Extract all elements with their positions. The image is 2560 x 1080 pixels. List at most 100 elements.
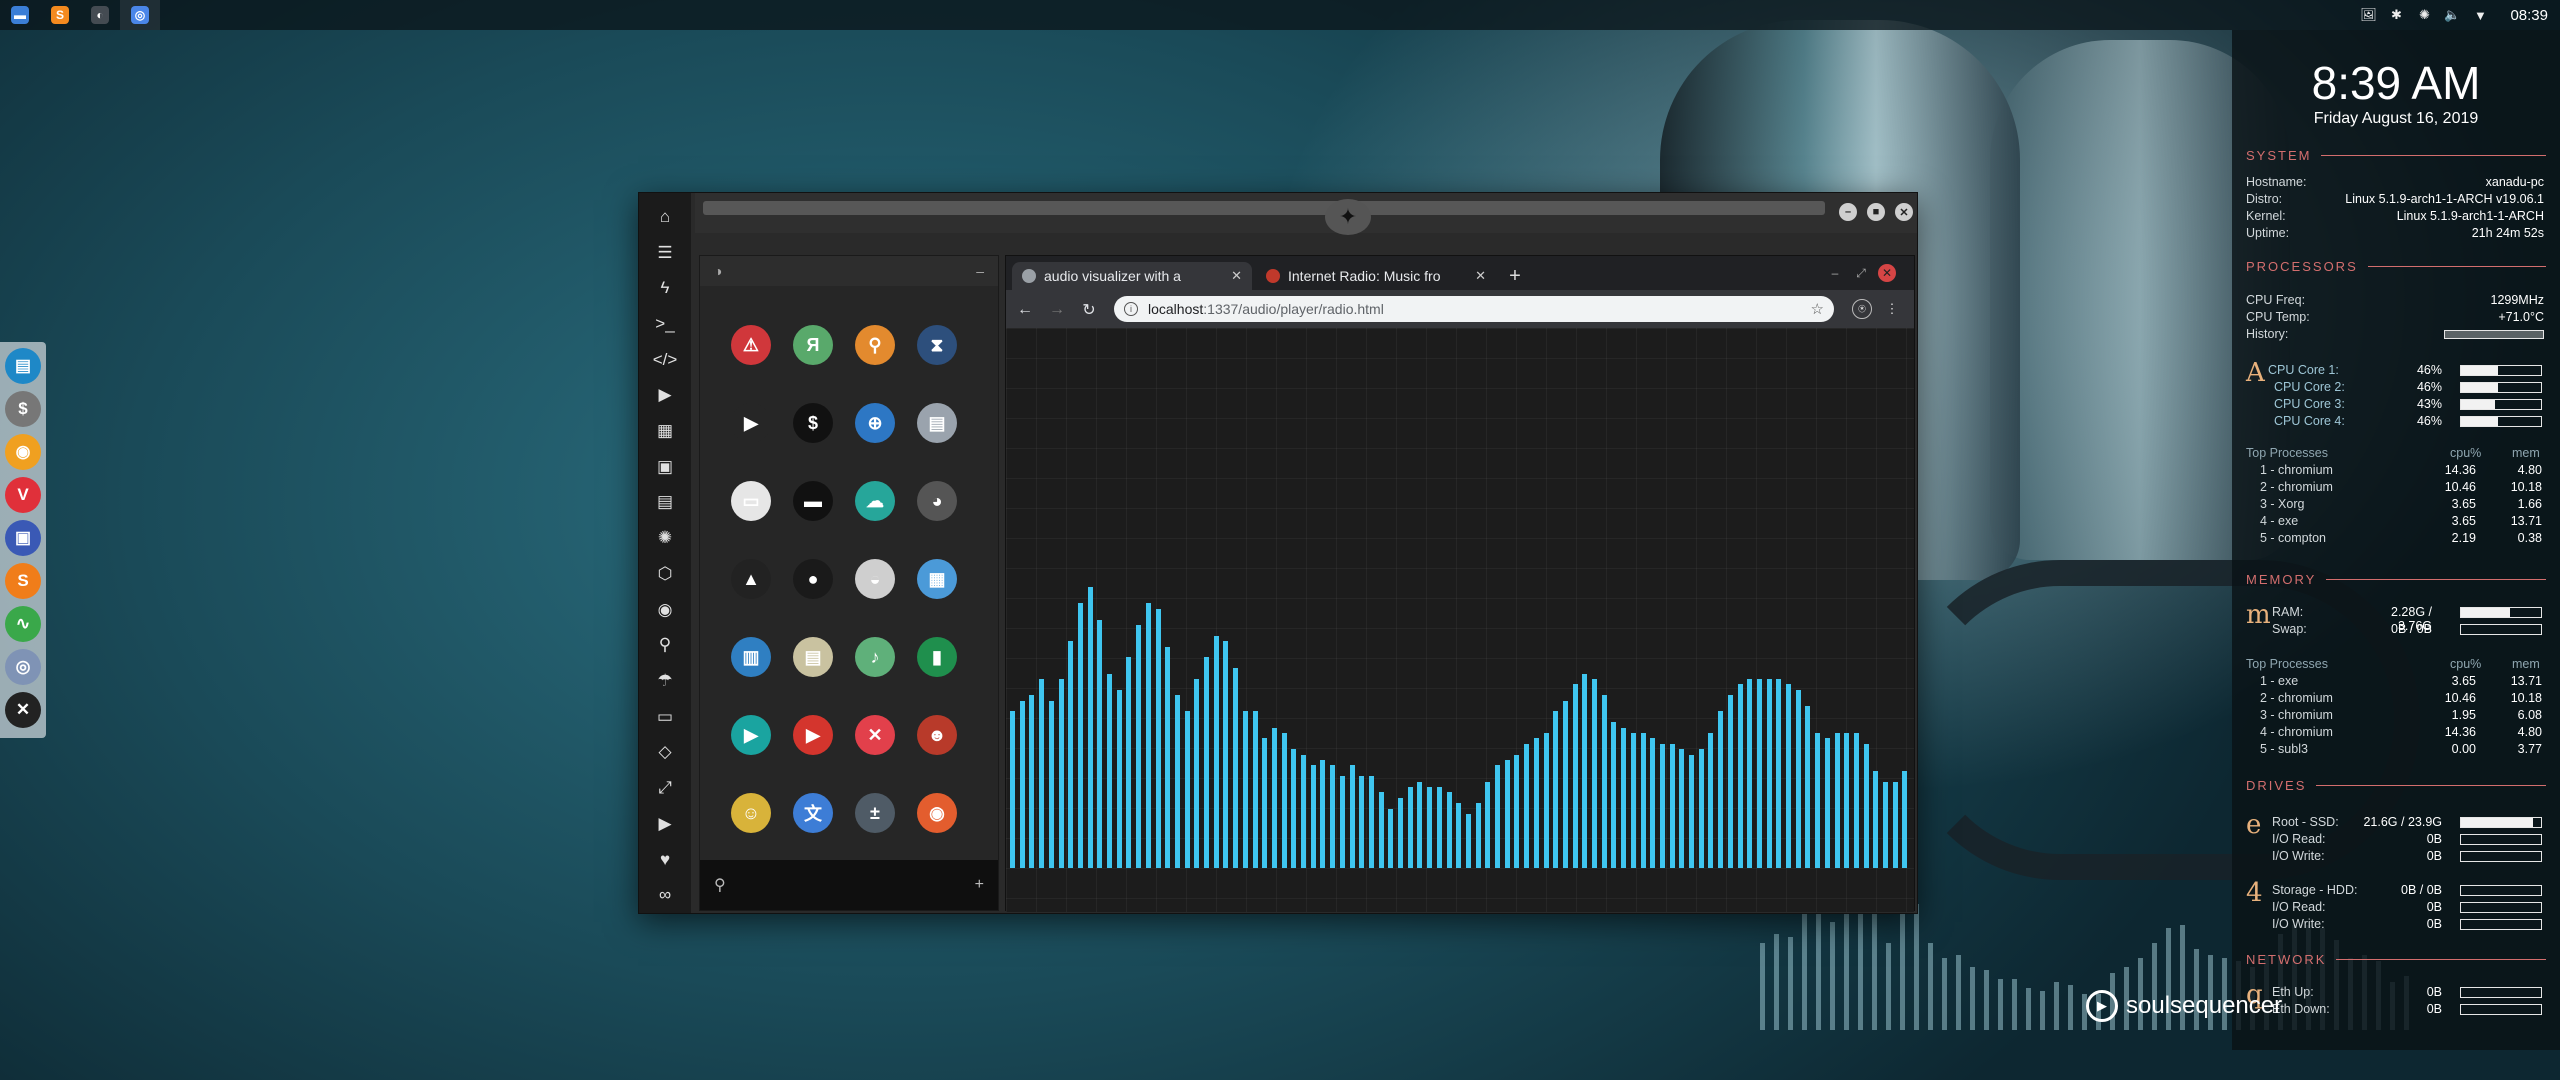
tab-close-icon[interactable]: ✕ bbox=[1231, 268, 1242, 284]
app-tile[interactable]: ▦ bbox=[906, 540, 968, 618]
app-tile[interactable]: ☻ bbox=[906, 696, 968, 774]
money-dock-icon[interactable]: $ bbox=[5, 391, 41, 427]
diamond-icon[interactable]: ◇ bbox=[645, 735, 685, 771]
app-tile[interactable]: ♪ bbox=[844, 618, 906, 696]
umbrella-icon[interactable]: ☂ bbox=[645, 663, 685, 699]
heart-icon[interactable]: ♥ bbox=[645, 842, 685, 878]
app-tile[interactable]: $ bbox=[782, 384, 844, 462]
chromium-dock-icon[interactable]: ◎ bbox=[5, 649, 41, 685]
app-tile[interactable]: ± bbox=[844, 774, 906, 852]
browser-close-button[interactable]: ✕ bbox=[1878, 264, 1896, 282]
bolt-icon[interactable]: ϟ bbox=[645, 270, 685, 306]
globe-icon[interactable]: ◉ bbox=[645, 592, 685, 628]
tab-close-icon[interactable]: ✕ bbox=[1475, 268, 1486, 284]
screenshot-icon[interactable]: 🖼 bbox=[2360, 7, 2377, 23]
hex-icon[interactable]: ⬡ bbox=[645, 556, 685, 592]
app-tile[interactable]: ▮ bbox=[906, 618, 968, 696]
document-icon[interactable]: ☰ bbox=[645, 235, 685, 271]
new-tab-button[interactable]: + bbox=[1502, 263, 1528, 289]
window-titlebar[interactable]: ✦ – ■ ✕ bbox=[695, 193, 1917, 235]
app-tile[interactable]: ☺ bbox=[720, 774, 782, 852]
add-app-button[interactable]: + bbox=[975, 876, 984, 894]
app-tile[interactable]: ⚠ bbox=[720, 306, 782, 384]
app-tile[interactable]: ▬ bbox=[782, 462, 844, 540]
panel-launcher[interactable]: S bbox=[40, 0, 80, 30]
bookmark-star-icon[interactable]: ☆ bbox=[1811, 300, 1824, 318]
app-tile[interactable]: ✕ bbox=[844, 696, 906, 774]
browser-minimize-button[interactable]: – bbox=[1826, 264, 1844, 282]
address-bar[interactable]: i localhost :1337/audio/player/radio.htm… bbox=[1114, 296, 1834, 322]
app-tile[interactable]: ⊕ bbox=[844, 384, 906, 462]
extension-icon[interactable]: ⍟ bbox=[1852, 299, 1872, 319]
app-tile[interactable]: ◒ bbox=[844, 540, 906, 618]
tab-audio-visualizer[interactable]: audio visualizer with a ✕ bbox=[1012, 262, 1252, 290]
network-status-icon[interactable]: ✺ bbox=[2416, 7, 2432, 23]
tab-internet-radio[interactable]: Internet Radio: Music fro ✕ bbox=[1256, 262, 1496, 290]
cpu-process-name: 5 - compton bbox=[2260, 531, 2327, 545]
search-icon[interactable]: ⚲ bbox=[645, 627, 685, 663]
hdd-io-read-value: 0B bbox=[2426, 900, 2442, 914]
play-icon[interactable]: ▶ bbox=[645, 378, 685, 414]
monitor-dock-icon[interactable]: ∿ bbox=[5, 606, 41, 642]
cpu-history-graph bbox=[2444, 330, 2544, 339]
launcher-search-bar[interactable]: ⚲ + bbox=[700, 860, 998, 910]
app-tile[interactable]: ▭ bbox=[720, 462, 782, 540]
window-close-button[interactable]: ✕ bbox=[1895, 203, 1913, 221]
contact-icon[interactable]: ▭ bbox=[645, 699, 685, 735]
forward-button[interactable]: → bbox=[1046, 299, 1068, 321]
panel-launcher[interactable]: ▬ bbox=[0, 0, 40, 30]
app-tile[interactable]: ⚲ bbox=[844, 306, 906, 384]
wifi-icon[interactable]: ▼ bbox=[2472, 7, 2488, 23]
panel-launcher[interactable]: ◎ bbox=[120, 0, 160, 30]
files-dock-icon[interactable]: ▤ bbox=[5, 348, 41, 384]
app-tile[interactable]: ▶ bbox=[720, 696, 782, 774]
terminal-icon[interactable]: >_ bbox=[645, 306, 685, 342]
reload-button[interactable]: ↻ bbox=[1078, 299, 1100, 321]
app-tile[interactable]: Я bbox=[782, 306, 844, 384]
gear-icon[interactable]: ✺ bbox=[645, 520, 685, 556]
dashboard-window: ⌂ ☰ ϟ >_ </> ▶ ▦ ▣ ▤ ✺ ⬡ ◉ ⚲ ☂ ▭ ◇ ⤢ ▶ ♥ ∞ ✦ – ■ ✕ ◑ – ⚠ Я ⚲ ⧗… bbox=[638, 192, 1918, 914]
app-tile[interactable]: ▶ bbox=[720, 384, 782, 462]
panel-clock[interactable]: 08:39 bbox=[2510, 7, 2548, 24]
expand-icon[interactable]: ⤢ bbox=[645, 770, 685, 806]
app-tile[interactable]: ▤ bbox=[906, 384, 968, 462]
mem-process-name: 1 - exe bbox=[2260, 674, 2299, 688]
app-tile[interactable]: ▲ bbox=[720, 540, 782, 618]
xbox-dock-icon[interactable]: ✕ bbox=[5, 692, 41, 728]
app-tile[interactable]: ◉ bbox=[906, 774, 968, 852]
visualizer-bar bbox=[1698, 749, 1704, 868]
browser-maximize-button[interactable]: ⤢ bbox=[1852, 264, 1870, 282]
theme-toggle-icon[interactable]: ◑ bbox=[714, 263, 722, 279]
app-tile[interactable]: ● bbox=[782, 540, 844, 618]
screen-dock-icon[interactable]: ▣ bbox=[5, 520, 41, 556]
app-tile[interactable]: ▤ bbox=[782, 618, 844, 696]
vivaldi-dock-icon[interactable]: V bbox=[5, 477, 41, 513]
app-tile[interactable]: ⧗ bbox=[906, 306, 968, 384]
app-tile[interactable]: 文 bbox=[782, 774, 844, 852]
visualizer-bar bbox=[1087, 587, 1093, 868]
window-maximize-button[interactable]: ■ bbox=[1867, 203, 1885, 221]
browser-menu-icon[interactable]: ⋮ bbox=[1882, 299, 1902, 319]
visualizer-bar bbox=[1301, 754, 1306, 868]
app-tile[interactable]: ☁ bbox=[844, 462, 906, 540]
back-button[interactable]: ← bbox=[1014, 299, 1036, 321]
youtube-icon[interactable]: ▶ bbox=[645, 806, 685, 842]
brand-text: soulsequencer bbox=[2126, 992, 2283, 1019]
ubuntu-dock-icon[interactable]: ◉ bbox=[5, 434, 41, 470]
app-tile[interactable]: ▥ bbox=[720, 618, 782, 696]
volume-icon[interactable]: 🔈 bbox=[2444, 7, 2460, 23]
site-info-icon[interactable]: i bbox=[1124, 302, 1138, 316]
sublime-dock-icon[interactable]: S bbox=[5, 563, 41, 599]
app-tile[interactable]: ▶ bbox=[782, 696, 844, 774]
code-icon[interactable]: </> bbox=[645, 342, 685, 378]
infinity-icon[interactable]: ∞ bbox=[645, 877, 685, 913]
image-icon[interactable]: ▣ bbox=[645, 449, 685, 485]
bluetooth-icon[interactable]: ✱ bbox=[2388, 7, 2404, 23]
panel-launcher[interactable]: ◐ bbox=[80, 0, 120, 30]
box-icon[interactable]: ▦ bbox=[645, 413, 685, 449]
home-icon[interactable]: ⌂ bbox=[645, 199, 685, 235]
app-tile[interactable]: ◕ bbox=[906, 462, 968, 540]
news-icon[interactable]: ▤ bbox=[645, 485, 685, 521]
launcher-collapse-button[interactable]: – bbox=[976, 263, 984, 279]
window-minimize-button[interactable]: – bbox=[1839, 203, 1857, 221]
